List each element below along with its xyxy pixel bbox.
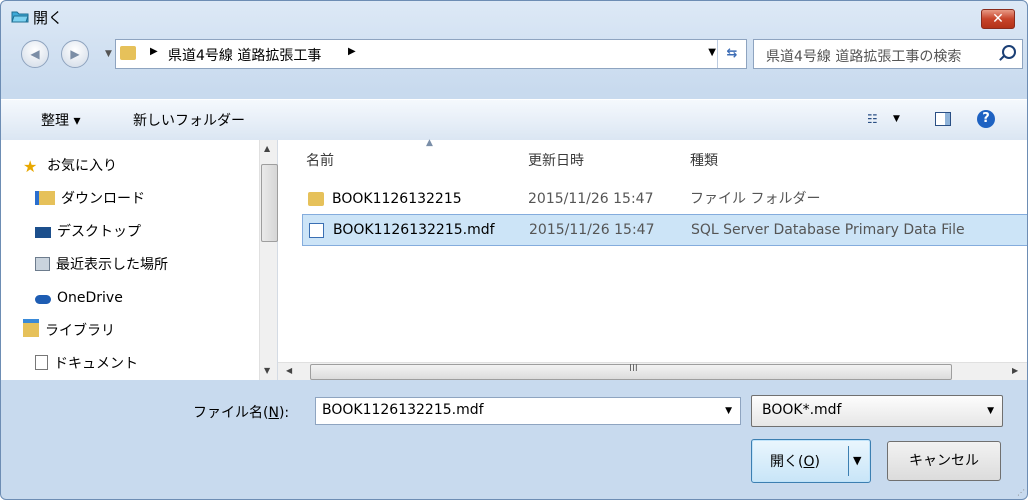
file-date: 2015/11/26 15:47	[528, 191, 654, 207]
view-options-icon[interactable]: ☷	[867, 112, 878, 126]
sidebar-item-libraries[interactable]: ライブラリ	[23, 317, 115, 345]
command-toolbar: 整理 ▾ 新しいフォルダー ☷ ▼ ?	[1, 99, 1027, 141]
navigation-bar: ◀ ▶ ▼ ▶ 県道4号線 道路拡張工事 ▶ ▼ ⇆ 県道4号線 道路拡張工事の…	[1, 35, 1027, 75]
open-button-label: 開く(O)	[770, 454, 820, 470]
preview-pane-icon[interactable]	[935, 112, 951, 126]
back-arrow-icon[interactable]: ◀	[21, 40, 49, 68]
file-type: SQL Server Database Primary Data File	[691, 222, 965, 238]
star-icon: ★	[23, 157, 38, 176]
scroll-right-icon[interactable]: ▶	[1012, 366, 1018, 375]
sidebar-item-onedrive[interactable]: OneDrive	[35, 284, 123, 312]
folder-icon	[120, 46, 136, 60]
column-header-date[interactable]: 更新日時	[528, 150, 584, 170]
filename-value[interactable]: BOOK1126132215.mdf	[322, 402, 484, 418]
document-icon	[35, 355, 48, 370]
open-options-dropdown-icon[interactable]: ▼	[853, 454, 861, 467]
scroll-up-icon[interactable]: ▲	[264, 144, 270, 153]
search-input[interactable]: 県道4号線 道路拡張工事の検索	[753, 39, 1023, 69]
sidebar-item-desktop[interactable]: デスクトップ	[35, 218, 141, 246]
title-bar[interactable]: 開く ✕	[1, 1, 1027, 33]
forward-arrow-icon[interactable]: ▶	[61, 40, 89, 68]
file-list: 名前 ▲ 更新日時 種類 BOOK1126132215 2015/11/26 1…	[278, 138, 1027, 380]
chevron-right-icon[interactable]: ▶	[150, 46, 158, 57]
sort-ascending-icon: ▲	[426, 138, 433, 148]
sidebar-item-downloads[interactable]: ダウンロード	[35, 185, 145, 213]
open-file-dialog: 開く ✕ ◀ ▶ ▼ ▶ 県道4号線 道路拡張工事 ▶ ▼ ⇆ 県道4号線 道路…	[0, 0, 1028, 500]
address-bar[interactable]: ▶ 県道4号線 道路拡張工事 ▶ ▼ ⇆	[115, 39, 747, 69]
column-header-type[interactable]: 種類	[690, 150, 718, 170]
search-placeholder: 県道4号線 道路拡張工事の検索	[766, 49, 962, 65]
resize-grip-icon[interactable]: ⋰	[1017, 488, 1025, 497]
help-icon[interactable]: ?	[977, 110, 995, 128]
chevron-down-icon[interactable]: ▼	[725, 406, 732, 416]
view-dropdown-icon[interactable]: ▼	[893, 114, 900, 124]
horizontal-scrollbar[interactable]: ◀ III ▶	[278, 362, 1027, 380]
filename-label: ファイル名(N):	[193, 405, 290, 421]
scroll-thumb[interactable]: III	[310, 363, 952, 380]
library-icon	[23, 319, 39, 337]
table-row[interactable]: BOOK1126132215 2015/11/26 15:47 ファイル フォル…	[302, 184, 1027, 214]
file-name: BOOK1126132215.mdf	[333, 222, 495, 238]
open-folder-icon	[11, 11, 29, 23]
search-icon[interactable]	[1002, 45, 1016, 59]
window-title: 開く	[33, 9, 64, 27]
sidebar-scrollbar[interactable]: ▲ ▼	[259, 140, 278, 380]
scroll-left-icon[interactable]: ◀	[286, 366, 292, 375]
chevron-down-icon[interactable]: ▼	[987, 406, 994, 416]
new-folder-button[interactable]: 新しいフォルダー	[133, 110, 245, 130]
download-folder-icon	[35, 191, 55, 205]
file-type-filter[interactable]: BOOK*.mdf ▼	[751, 395, 1003, 427]
scroll-grip: III	[629, 363, 638, 374]
split-divider	[848, 446, 849, 476]
sidebar-item-favorites[interactable]: ★ お気に入り	[23, 152, 117, 180]
open-button[interactable]: 開く(O) ▼	[751, 439, 871, 483]
address-dropdown-icon[interactable]: ▼	[708, 47, 716, 58]
close-button[interactable]: ✕	[981, 9, 1015, 29]
filter-value: BOOK*.mdf	[762, 402, 842, 418]
sidebar-item-documents[interactable]: ドキュメント	[35, 350, 138, 378]
chevron-right-icon[interactable]: ▶	[348, 46, 356, 57]
folder-icon	[308, 192, 324, 206]
desktop-icon	[35, 227, 51, 238]
filename-field[interactable]: BOOK1126132215.mdf ▼	[315, 397, 741, 425]
table-row[interactable]: BOOK1126132215.mdf 2015/11/26 15:47 SQL …	[302, 214, 1027, 246]
breadcrumb[interactable]: 県道4号線 道路拡張工事	[168, 45, 321, 65]
history-dropdown-icon[interactable]: ▼	[105, 49, 112, 59]
scroll-down-icon[interactable]: ▼	[264, 366, 270, 375]
navigation-pane: ★ お気に入り ダウンロード デスクトップ 最近表示した場所 OneDrive ラ…	[1, 140, 278, 380]
sidebar-item-recent-places[interactable]: 最近表示した場所	[35, 251, 168, 279]
refresh-icon[interactable]: ⇆	[717, 40, 746, 68]
column-header-name[interactable]: 名前	[306, 150, 334, 170]
cancel-button[interactable]: キャンセル	[887, 441, 1001, 481]
scroll-thumb[interactable]	[261, 164, 278, 242]
database-file-icon	[309, 223, 324, 238]
file-name: BOOK1126132215	[332, 191, 462, 207]
onedrive-cloud-icon	[35, 295, 51, 304]
organize-button[interactable]: 整理 ▾	[41, 110, 80, 130]
file-date: 2015/11/26 15:47	[529, 222, 655, 238]
recent-places-icon	[35, 257, 50, 271]
file-type: ファイル フォルダー	[690, 191, 821, 207]
